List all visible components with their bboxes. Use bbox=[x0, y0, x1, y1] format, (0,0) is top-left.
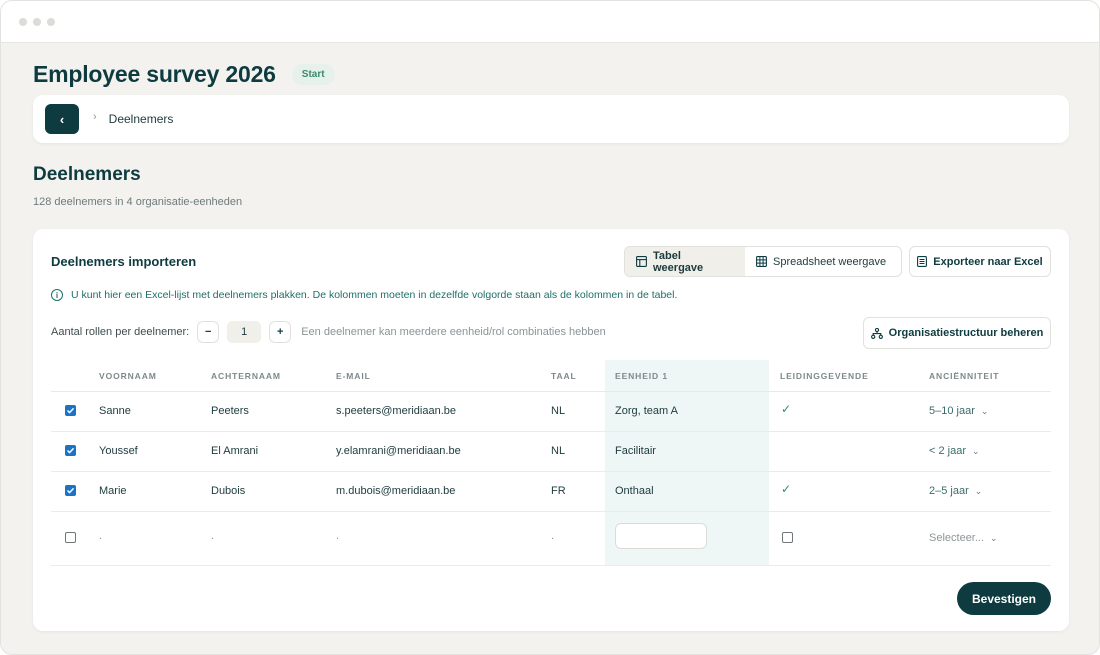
seniority-select[interactable]: Selecteer... ⌄ bbox=[929, 532, 998, 544]
page-header: Employee survey 2026 Start bbox=[33, 61, 335, 88]
cell-email[interactable]: m.dubois@meridiaan.be bbox=[336, 485, 455, 497]
spreadsheet-icon bbox=[917, 256, 928, 267]
info-icon: i bbox=[51, 289, 63, 301]
org-button-label: Organisatiestructuur beheren bbox=[888, 327, 1044, 339]
view-toggle: Tabel weergave Spreadsheet weergave bbox=[624, 246, 902, 277]
column-header: ACHTERNAAM bbox=[211, 371, 281, 381]
row-checkbox[interactable] bbox=[65, 485, 76, 496]
manager-checkbox[interactable] bbox=[782, 532, 793, 543]
table-row: Sanne Peeters s.peeters@meridiaan.be NL … bbox=[51, 392, 1051, 432]
cell-last-name[interactable]: Dubois bbox=[211, 485, 245, 497]
confirm-button[interactable]: Bevestigen bbox=[957, 582, 1051, 615]
seniority-select[interactable]: < 2 jaar ⌄ bbox=[929, 445, 980, 457]
chevron-down-icon: ⌄ bbox=[974, 485, 983, 496]
decrement-button[interactable]: − bbox=[197, 321, 220, 343]
chevron-down-icon: ⌄ bbox=[990, 532, 998, 543]
tab-label: Spreadsheet weergave bbox=[773, 255, 887, 268]
tab-table-view[interactable]: Tabel weergave bbox=[625, 247, 745, 276]
cell-last-name[interactable]: . bbox=[211, 530, 214, 542]
table-icon bbox=[636, 256, 647, 267]
cell-last-name[interactable]: El Amrani bbox=[211, 445, 258, 457]
roles-label: Aantal rollen per deelnemer: bbox=[51, 326, 190, 338]
info-text: U kunt hier een Excel-lijst met deelneme… bbox=[71, 289, 678, 301]
tab-label: Tabel weergave bbox=[653, 249, 704, 274]
row-checkbox[interactable] bbox=[65, 445, 76, 456]
back-button[interactable]: ‹ bbox=[45, 104, 79, 134]
breadcrumb-current[interactable]: Deelnemers bbox=[109, 112, 174, 126]
cell-email[interactable]: . bbox=[336, 530, 339, 542]
seniority-value: 5–10 jaar bbox=[929, 405, 975, 417]
page-title: Employee survey 2026 bbox=[33, 61, 276, 87]
cell-email[interactable]: y.elamrani@meridiaan.be bbox=[336, 445, 461, 457]
section-subtitle: 128 deelnemers in 4 organisatie-eenheden bbox=[33, 196, 243, 208]
chevron-left-icon: ‹ bbox=[59, 111, 65, 127]
seniority-value: 2–5 jaar bbox=[929, 485, 969, 497]
cell-last-name[interactable]: Peeters bbox=[211, 405, 249, 417]
window-dot-icon[interactable] bbox=[19, 17, 27, 26]
breadcrumb: ‹ › Deelnemers bbox=[33, 95, 1069, 143]
app-window: Employee survey 2026 Start ‹ › Deelnemer… bbox=[0, 0, 1100, 655]
cell-unit[interactable]: Facilitair bbox=[615, 445, 656, 457]
table-row: Marie Dubois m.dubois@meridiaan.be FR On… bbox=[51, 472, 1051, 512]
status-badge: Start bbox=[291, 64, 335, 85]
roles-per-participant: Aantal rollen per deelnemer: − 1 + Een d… bbox=[51, 321, 606, 343]
cell-first-name[interactable]: Marie bbox=[99, 485, 127, 497]
column-header: VOORNAAM bbox=[99, 371, 157, 381]
cell-language[interactable]: NL bbox=[551, 405, 565, 417]
column-header: EENHEID 1 bbox=[615, 371, 668, 381]
column-header: ANCIËNNITEIT bbox=[929, 371, 1000, 381]
org-chart-icon bbox=[870, 327, 883, 339]
window-titlebar bbox=[1, 1, 1099, 43]
unit-input[interactable] bbox=[615, 523, 707, 549]
card-title: Deelnemers importeren bbox=[51, 254, 197, 269]
cell-language[interactable]: NL bbox=[551, 445, 565, 457]
check-icon[interactable]: ✓ bbox=[781, 482, 791, 496]
roles-hint: Een deelnemer kan meerdere eenheid/rol c… bbox=[301, 326, 606, 338]
window-dot-icon[interactable] bbox=[47, 17, 55, 26]
table-row-new: . . . . Selecteer... ⌄ bbox=[51, 512, 1051, 566]
export-label: Exporteer naar Excel bbox=[933, 255, 1043, 268]
column-header: TAAL bbox=[551, 371, 577, 381]
cell-unit[interactable]: Zorg, team A bbox=[615, 405, 678, 417]
row-checkbox[interactable] bbox=[65, 532, 76, 543]
cell-first-name[interactable]: Youssef bbox=[99, 445, 138, 457]
seniority-select[interactable]: 2–5 jaar ⌄ bbox=[929, 485, 982, 497]
seniority-value: < 2 jaar bbox=[929, 445, 966, 457]
import-card: Deelnemers importeren Tabel weergave Spr… bbox=[33, 229, 1069, 631]
cell-first-name[interactable]: Sanne bbox=[99, 405, 131, 417]
cell-email[interactable]: s.peeters@meridiaan.be bbox=[336, 405, 456, 417]
chevron-down-icon: ⌄ bbox=[972, 445, 980, 456]
cell-first-name[interactable]: . bbox=[99, 530, 102, 542]
section-title: Deelnemers bbox=[33, 164, 141, 185]
export-excel-button[interactable]: Exporteer naar Excel bbox=[909, 246, 1051, 277]
row-checkbox[interactable] bbox=[65, 405, 76, 416]
chevron-down-icon: ⌄ bbox=[980, 405, 989, 416]
column-header: E-MAIL bbox=[336, 371, 371, 381]
table-row: Youssef El Amrani y.elamrani@meridiaan.b… bbox=[51, 432, 1051, 472]
manage-org-structure-button[interactable]: Organisatiestructuur beheren bbox=[863, 317, 1051, 349]
grid-icon bbox=[756, 256, 767, 267]
cell-language[interactable]: FR bbox=[551, 485, 566, 497]
tab-spreadsheet-view[interactable]: Spreadsheet weergave bbox=[745, 247, 897, 276]
roles-stepper-value[interactable]: 1 bbox=[227, 321, 262, 343]
increment-button[interactable]: + bbox=[269, 321, 292, 343]
cell-language[interactable]: . bbox=[551, 530, 554, 542]
table-header: VOORNAAM ACHTERNAAM E-MAIL TAAL EENHEID … bbox=[51, 360, 1051, 392]
participants-table: VOORNAAM ACHTERNAAM E-MAIL TAAL EENHEID … bbox=[51, 360, 1051, 566]
column-header: LEIDINGGEVENDE bbox=[780, 371, 869, 381]
cell-unit[interactable]: Onthaal bbox=[615, 485, 654, 497]
chevron-right-icon: › bbox=[93, 111, 97, 123]
window-dot-icon[interactable] bbox=[33, 17, 41, 26]
seniority-select[interactable]: 5–10 jaar ⌄ bbox=[929, 405, 988, 417]
info-message: i U kunt hier een Excel-lijst met deelne… bbox=[51, 289, 677, 301]
seniority-placeholder: Selecteer... bbox=[929, 532, 985, 544]
check-icon[interactable]: ✓ bbox=[781, 402, 791, 416]
